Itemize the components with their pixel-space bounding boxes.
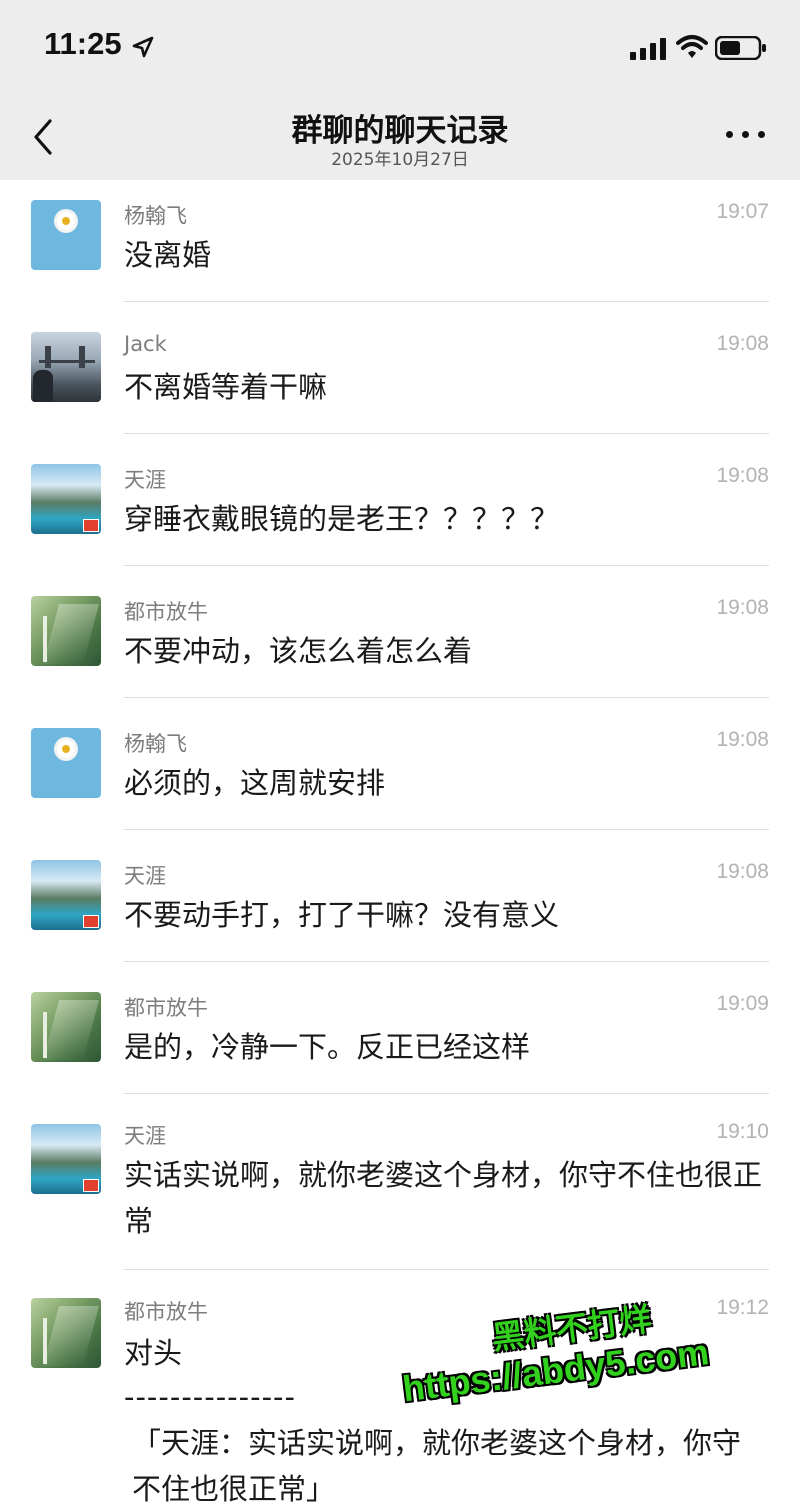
divider: [124, 1269, 769, 1270]
avatar[interactable]: [31, 200, 101, 270]
message-text: 不要动手打，打了干嘛？没有意义: [124, 898, 560, 932]
message-time: 19:08: [716, 464, 769, 487]
message-text: 没离婚: [124, 238, 212, 272]
sender-name: 天涯: [124, 1124, 166, 1148]
flag-badge-icon: [83, 1179, 99, 1192]
avatar[interactable]: [31, 596, 101, 666]
divider: [124, 565, 769, 566]
message-time: 19:10: [716, 1120, 769, 1143]
sender-name: 都市放牛: [124, 996, 208, 1020]
message-time: 19:09: [716, 992, 769, 1015]
message-time: 19:08: [716, 728, 769, 751]
message-text: 是的，冷静一下。反正已经这样: [124, 1030, 531, 1064]
message-time: 19:08: [716, 860, 769, 883]
page-date: 2025年10月27日: [331, 150, 469, 170]
sender-name: 天涯: [124, 864, 166, 888]
status-bar: 11:25: [0, 0, 800, 95]
divider: [124, 1093, 769, 1094]
avatar[interactable]: [31, 860, 101, 930]
wifi-icon: [676, 35, 708, 58]
status-time: 11:25: [44, 26, 122, 61]
message-time: 19:08: [716, 332, 769, 355]
divider: [124, 697, 769, 698]
avatar[interactable]: [31, 1124, 101, 1194]
battery-icon: [715, 36, 766, 60]
message-text: 不离婚等着干嘛: [124, 370, 328, 404]
avatar[interactable]: [31, 332, 101, 402]
sender-name: 天涯: [124, 468, 166, 492]
page-title: 群聊的聊天记录: [291, 113, 509, 149]
sender-name: 都市放牛: [124, 1300, 208, 1324]
message-time: 19:08: [716, 596, 769, 619]
divider: [124, 961, 769, 962]
message-time: 19:07: [716, 200, 769, 223]
divider: [124, 301, 769, 302]
location-arrow-icon: [132, 36, 154, 58]
divider: [124, 829, 769, 830]
more-options-icon[interactable]: [726, 131, 766, 143]
sender-name: 都市放牛: [124, 600, 208, 624]
avatar[interactable]: [31, 728, 101, 798]
divider: [124, 433, 769, 434]
message-text: 不要冲动，该怎么着怎么着: [124, 634, 473, 668]
message-text: 必须的，这周就安排: [124, 766, 386, 800]
message-text: 穿睡衣戴眼镜的是老王？？？？？: [124, 502, 560, 536]
flag-badge-icon: [83, 519, 99, 532]
sender-name: Jack: [124, 332, 167, 356]
avatar[interactable]: [31, 992, 101, 1062]
sender-name: 杨翰飞: [124, 732, 187, 756]
message-text: 实话实说啊，就你老婆这个身材，你守不住也很正常: [124, 1158, 763, 1238]
avatar[interactable]: [31, 1298, 101, 1368]
flag-badge-icon: [83, 915, 99, 928]
avatar[interactable]: [31, 464, 101, 534]
nav-bar: 群聊的聊天记录 2025年10月27日: [0, 95, 800, 180]
cellular-signal-icon: [630, 38, 666, 60]
sender-name: 杨翰飞: [124, 204, 187, 228]
